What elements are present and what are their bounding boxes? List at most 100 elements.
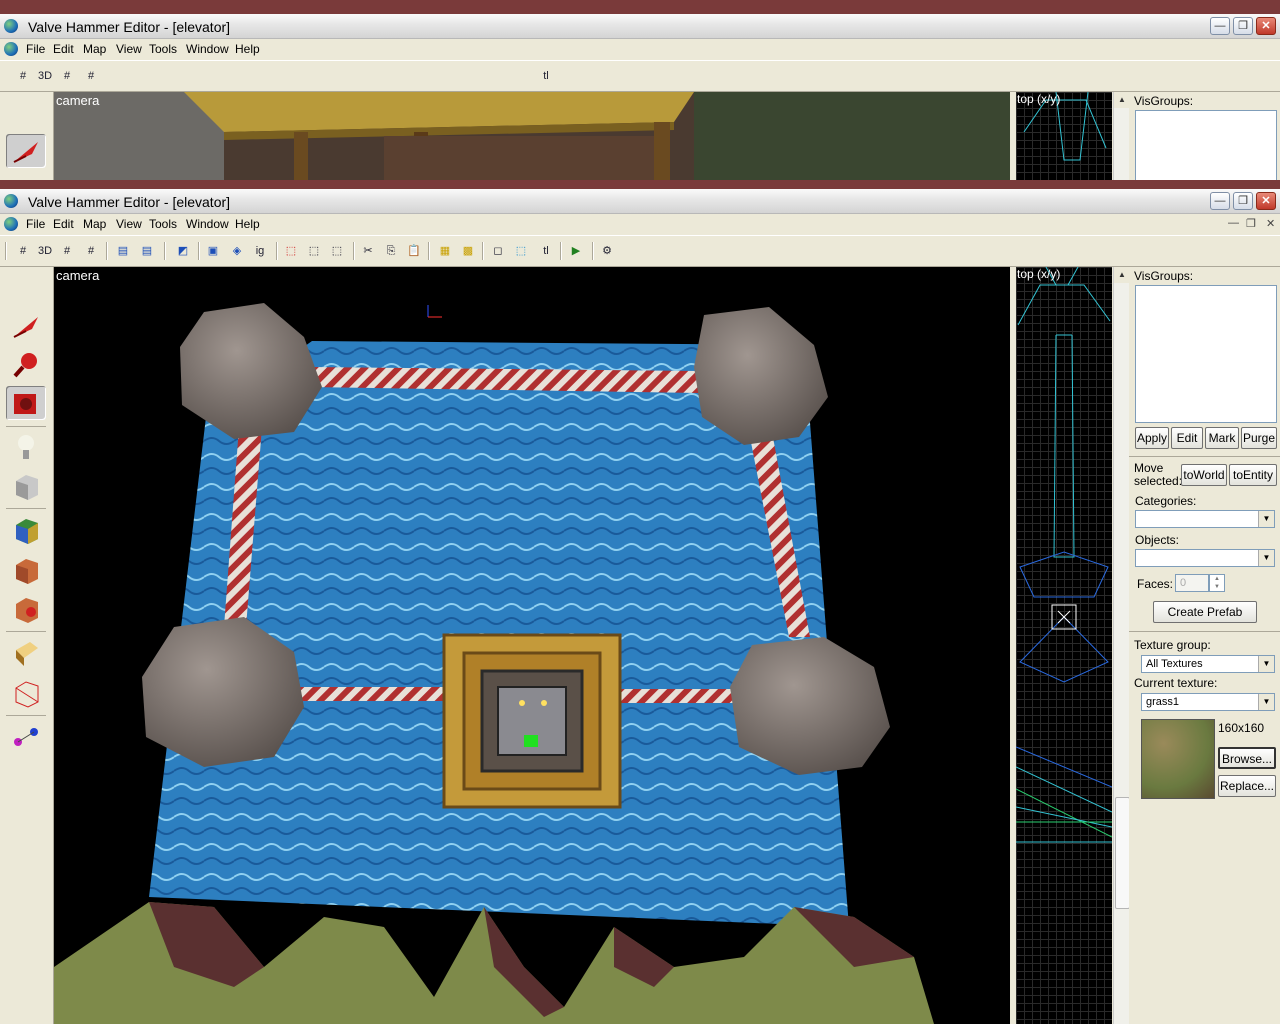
magnify-tool-icon[interactable] [6,347,46,381]
mdi-doc-icon[interactable] [4,42,18,56]
menu-help[interactable]: Help [235,217,260,231]
back-top-viewport[interactable]: top (x/y) [1016,92,1112,180]
carve-icon[interactable]: ▦ [436,242,454,260]
back-close-button[interactable]: ✕ [1256,17,1276,35]
group-icon[interactable]: ▣ [204,242,222,260]
visgroup-edit-button[interactable]: Edit [1171,427,1203,449]
spinner-up-icon[interactable]: ▲ [1210,575,1224,583]
paste-icon[interactable]: 📋 [405,242,423,260]
menu-view[interactable]: View [116,42,142,56]
menu-edit[interactable]: Edit [53,42,74,56]
texture-preview[interactable] [1141,719,1215,799]
selection-tool-icon[interactable] [6,309,46,343]
to-world-button[interactable]: toWorld [1181,464,1227,486]
texture-lock-icon[interactable]: tl [537,242,555,260]
chevron-down-icon[interactable]: ▼ [1258,550,1274,566]
3d-grid-icon[interactable]: 3D [36,242,54,260]
title-bar[interactable]: Valve Hammer Editor - [elevator] — ❐ ✕ [0,189,1280,214]
categories-dropdown[interactable]: ▼ [1135,510,1275,528]
visgroups-list[interactable] [1135,285,1277,423]
visgroup-apply-button[interactable]: Apply [1135,427,1169,449]
camera-tool-icon[interactable] [6,386,46,420]
undo-icon[interactable]: ◩ [174,242,192,260]
to-entity-button[interactable]: toEntity [1229,464,1277,486]
menu-map[interactable]: Map [83,42,106,56]
decal-tool-icon[interactable] [6,592,46,626]
save-window-state-icon[interactable]: ▤ [138,242,156,260]
grid-icon[interactable]: # [14,242,32,260]
scroll-up-icon[interactable]: ▲ [1114,92,1130,108]
copy-icon[interactable]: ⎘ [382,242,400,260]
mdi-minimize-button[interactable]: — [1228,217,1239,229]
menu-map[interactable]: Map [83,217,106,231]
faces-field[interactable]: 0 [1175,574,1209,592]
chevron-down-icon[interactable]: ▼ [1258,694,1274,710]
menu-tools[interactable]: Tools [149,42,177,56]
create-prefab-button[interactable]: Create Prefab [1153,601,1257,623]
mdi-close-button[interactable]: ✕ [1266,217,1275,230]
scrollbar-thumb[interactable] [1115,797,1130,909]
current-texture-dropdown[interactable]: grass1 ▼ [1141,693,1275,711]
replace-button[interactable]: Replace... [1218,775,1276,797]
cut-icon[interactable]: ✂ [359,242,377,260]
faces-spinner[interactable]: ▲ ▼ [1209,574,1225,592]
visgroup-purge-button[interactable]: Purge [1241,427,1277,449]
scroll-up-icon[interactable]: ▲ [1114,267,1130,283]
back-camera-viewport[interactable]: camera [54,92,1010,180]
back-restore-button[interactable]: ❐ [1233,17,1253,35]
load-window-state-icon[interactable]: ▤ [114,242,132,260]
run-map-icon[interactable]: ▶ [567,242,585,260]
show-all-icon[interactable]: ⬚ [328,242,346,260]
chevron-down-icon[interactable]: ▼ [1258,511,1274,527]
texture-application-icon[interactable] [6,513,46,547]
larger-grid-icon[interactable]: # [82,242,100,260]
apply-current-texture-icon[interactable] [6,553,46,587]
menu-window[interactable]: Window [186,42,229,56]
restore-button[interactable]: ❐ [1233,192,1253,210]
3d-grid-icon[interactable]: 3D [36,67,54,85]
hollow-icon[interactable]: ▩ [459,242,477,260]
mdi-doc-icon[interactable] [4,217,18,231]
hide-unselected-icon[interactable]: ⬚ [305,242,323,260]
entity-tool-icon[interactable] [6,430,46,464]
back-top-scrollbar[interactable]: ▲ [1113,92,1130,180]
menu-tools[interactable]: Tools [149,217,177,231]
back-minimize-button[interactable]: — [1210,17,1230,35]
menu-view[interactable]: View [116,217,142,231]
ignore-groups-icon[interactable]: ig [251,242,269,260]
select-by-intersection-icon[interactable]: ⬚ [512,242,530,260]
camera-viewport[interactable]: camera [54,267,1010,1024]
top-view-scrollbar[interactable]: ▲ [1113,267,1130,1024]
mdi-restore-button[interactable]: ❐ [1246,217,1256,230]
chevron-down-icon[interactable]: ▼ [1258,656,1274,672]
back-visgroups-list[interactable] [1135,110,1277,180]
hide-selected-icon[interactable]: ⬚ [282,242,300,260]
toggle-selection-handles-icon[interactable]: ◻ [489,242,507,260]
minimize-button[interactable]: — [1210,192,1230,210]
entity-report-icon[interactable]: ⚙ [598,242,616,260]
visgroup-mark-button[interactable]: Mark [1205,427,1239,449]
menu-help[interactable]: Help [235,42,260,56]
vertex-manipulation-icon[interactable] [6,676,46,710]
smaller-grid-icon[interactable]: # [58,242,76,260]
grid-icon[interactable]: # [14,67,32,85]
menu-file[interactable]: File [26,42,45,56]
smaller-grid-icon[interactable]: # [58,67,76,85]
texture-lock-icon[interactable]: tl [537,67,555,85]
menu-window[interactable]: Window [186,217,229,231]
block-tool-icon[interactable] [6,469,46,503]
texture-group-dropdown[interactable]: All Textures ▼ [1141,655,1275,673]
objects-dropdown[interactable]: ▼ [1135,549,1275,567]
spinner-down-icon[interactable]: ▼ [1210,583,1224,591]
menu-file[interactable]: File [26,217,45,231]
back-title-bar[interactable]: Valve Hammer Editor - [elevator] — ❐ ✕ [0,14,1280,39]
close-button[interactable]: ✕ [1256,192,1276,210]
clipping-tool-icon[interactable] [6,636,46,670]
larger-grid-icon[interactable]: # [82,67,100,85]
path-tool-icon[interactable] [6,720,46,754]
ungroup-icon[interactable]: ◈ [228,242,246,260]
menu-edit[interactable]: Edit [53,217,74,231]
top-viewport[interactable]: top (x/y) [1016,267,1112,1024]
browse-button[interactable]: Browse... [1218,747,1276,769]
selection-tool-icon[interactable] [6,134,46,168]
